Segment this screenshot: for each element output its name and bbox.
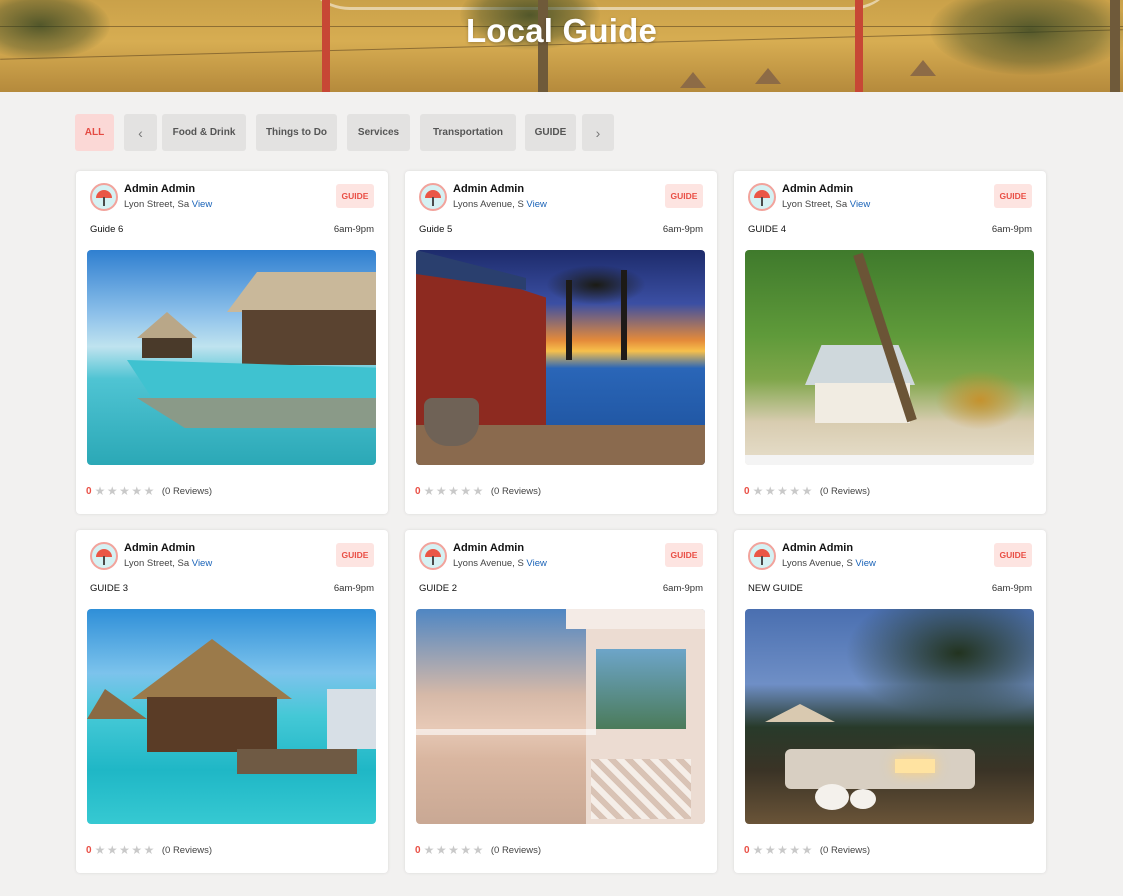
address-text: Lyon Street, Sa bbox=[124, 199, 190, 210]
category-badge[interactable]: GUIDE bbox=[336, 184, 374, 208]
filters-next-button[interactable]: › bbox=[582, 114, 614, 151]
category-badge[interactable]: GUIDE bbox=[994, 184, 1032, 208]
star-rating-icon: ★★★★★ bbox=[423, 484, 485, 498]
rating: 0 ★★★★★ (0 Reviews) bbox=[86, 843, 212, 857]
rating-value: 0 bbox=[744, 485, 750, 497]
filter-transportation-button[interactable]: Transportation bbox=[420, 114, 516, 151]
chevron-right-icon: › bbox=[595, 124, 601, 141]
address-text: Lyon Street, Sa bbox=[782, 199, 848, 210]
author-name[interactable]: Admin Admin bbox=[124, 183, 195, 195]
guide-title[interactable]: Guide 5 bbox=[419, 224, 452, 235]
guide-title[interactable]: GUIDE 2 bbox=[419, 583, 457, 594]
review-count[interactable]: (0 Reviews) bbox=[162, 486, 212, 497]
guide-image[interactable] bbox=[416, 250, 705, 465]
page-title: Local Guide bbox=[465, 12, 658, 49]
author-name[interactable]: Admin Admin bbox=[453, 542, 524, 554]
guide-address: Lyon Street, Sa View bbox=[124, 558, 212, 569]
view-link[interactable]: View bbox=[192, 558, 212, 569]
chevron-left-icon: ‹ bbox=[138, 124, 143, 141]
filters-prev-button[interactable]: ‹ bbox=[124, 114, 157, 151]
guide-card[interactable]: Admin Admin Lyons Avenue, S View GUIDE G… bbox=[405, 171, 717, 514]
avatar[interactable] bbox=[748, 542, 776, 570]
avatar[interactable] bbox=[90, 542, 118, 570]
hero-banner: Local Guide bbox=[0, 0, 1123, 92]
guide-title[interactable]: GUIDE 3 bbox=[90, 583, 128, 594]
review-count[interactable]: (0 Reviews) bbox=[491, 486, 541, 497]
awning-decoration bbox=[300, 0, 900, 10]
rating: 0 ★★★★★ (0 Reviews) bbox=[86, 484, 212, 498]
filter-food-drink-button[interactable]: Food & Drink bbox=[162, 114, 246, 151]
review-count[interactable]: (0 Reviews) bbox=[820, 845, 870, 856]
guide-address: Lyons Avenue, S View bbox=[453, 199, 547, 210]
opening-hours: 6am-9pm bbox=[333, 224, 374, 235]
opening-hours: 6am-9pm bbox=[991, 583, 1032, 594]
star-rating-icon: ★★★★★ bbox=[423, 843, 485, 857]
author-name[interactable]: Admin Admin bbox=[782, 542, 853, 554]
review-count[interactable]: (0 Reviews) bbox=[820, 486, 870, 497]
star-rating-icon: ★★★★★ bbox=[94, 843, 156, 857]
view-link[interactable]: View bbox=[855, 558, 875, 569]
author-name[interactable]: Admin Admin bbox=[124, 542, 195, 554]
address-text: Lyons Avenue, S bbox=[453, 558, 524, 569]
address-text: Lyons Avenue, S bbox=[453, 199, 524, 210]
star-rating-icon: ★★★★★ bbox=[752, 843, 814, 857]
rating: 0 ★★★★★ (0 Reviews) bbox=[415, 843, 541, 857]
guide-card[interactable]: Admin Admin Lyon Street, Sa View GUIDE G… bbox=[734, 171, 1046, 514]
category-badge[interactable]: GUIDE bbox=[336, 543, 374, 567]
avatar[interactable] bbox=[419, 542, 447, 570]
opening-hours: 6am-9pm bbox=[991, 224, 1032, 235]
guide-image[interactable] bbox=[416, 609, 705, 824]
rating-value: 0 bbox=[415, 485, 421, 497]
category-badge[interactable]: GUIDE bbox=[665, 184, 703, 208]
rating: 0 ★★★★★ (0 Reviews) bbox=[415, 484, 541, 498]
guide-card[interactable]: Admin Admin Lyons Avenue, S View GUIDE G… bbox=[405, 530, 717, 873]
opening-hours: 6am-9pm bbox=[333, 583, 374, 594]
guide-image[interactable] bbox=[87, 250, 376, 465]
guide-address: Lyons Avenue, S View bbox=[782, 558, 876, 569]
category-badge[interactable]: GUIDE bbox=[994, 543, 1032, 567]
view-link[interactable]: View bbox=[526, 558, 546, 569]
guide-title[interactable]: GUIDE 4 bbox=[748, 224, 786, 235]
guide-address: Lyon Street, Sa View bbox=[124, 199, 212, 210]
star-rating-icon: ★★★★★ bbox=[752, 484, 814, 498]
author-name[interactable]: Admin Admin bbox=[782, 183, 853, 195]
address-text: Lyon Street, Sa bbox=[124, 558, 190, 569]
rating: 0 ★★★★★ (0 Reviews) bbox=[744, 484, 870, 498]
opening-hours: 6am-9pm bbox=[662, 583, 703, 594]
guide-image[interactable] bbox=[87, 609, 376, 824]
star-rating-icon: ★★★★★ bbox=[94, 484, 156, 498]
author-name[interactable]: Admin Admin bbox=[453, 183, 524, 195]
category-badge[interactable]: GUIDE bbox=[665, 543, 703, 567]
guide-card[interactable]: Admin Admin Lyon Street, Sa View GUIDE G… bbox=[76, 171, 388, 514]
review-count[interactable]: (0 Reviews) bbox=[162, 845, 212, 856]
rating-value: 0 bbox=[744, 844, 750, 856]
rating-value: 0 bbox=[86, 844, 92, 856]
avatar[interactable] bbox=[419, 183, 447, 211]
guide-card[interactable]: Admin Admin Lyon Street, Sa View GUIDE G… bbox=[76, 530, 388, 873]
avatar[interactable] bbox=[748, 183, 776, 211]
guide-image[interactable] bbox=[745, 609, 1034, 824]
rating: 0 ★★★★★ (0 Reviews) bbox=[744, 843, 870, 857]
rating-value: 0 bbox=[86, 485, 92, 497]
filter-services-button[interactable]: Services bbox=[347, 114, 410, 151]
guide-address: Lyon Street, Sa View bbox=[782, 199, 870, 210]
address-text: Lyons Avenue, S bbox=[782, 558, 853, 569]
view-link[interactable]: View bbox=[850, 199, 870, 210]
avatar[interactable] bbox=[90, 183, 118, 211]
rating-value: 0 bbox=[415, 844, 421, 856]
guide-title[interactable]: Guide 6 bbox=[90, 224, 123, 235]
guide-title[interactable]: NEW GUIDE bbox=[748, 583, 803, 594]
view-link[interactable]: View bbox=[192, 199, 212, 210]
guide-card[interactable]: Admin Admin Lyons Avenue, S View GUIDE N… bbox=[734, 530, 1046, 873]
review-count[interactable]: (0 Reviews) bbox=[491, 845, 541, 856]
filter-things-to-do-button[interactable]: Things to Do bbox=[256, 114, 337, 151]
guide-address: Lyons Avenue, S View bbox=[453, 558, 547, 569]
view-link[interactable]: View bbox=[526, 199, 546, 210]
filter-all-button[interactable]: ALL bbox=[75, 114, 114, 151]
opening-hours: 6am-9pm bbox=[662, 224, 703, 235]
guide-image[interactable] bbox=[745, 250, 1034, 465]
filter-guide-button[interactable]: GUIDE bbox=[525, 114, 576, 151]
